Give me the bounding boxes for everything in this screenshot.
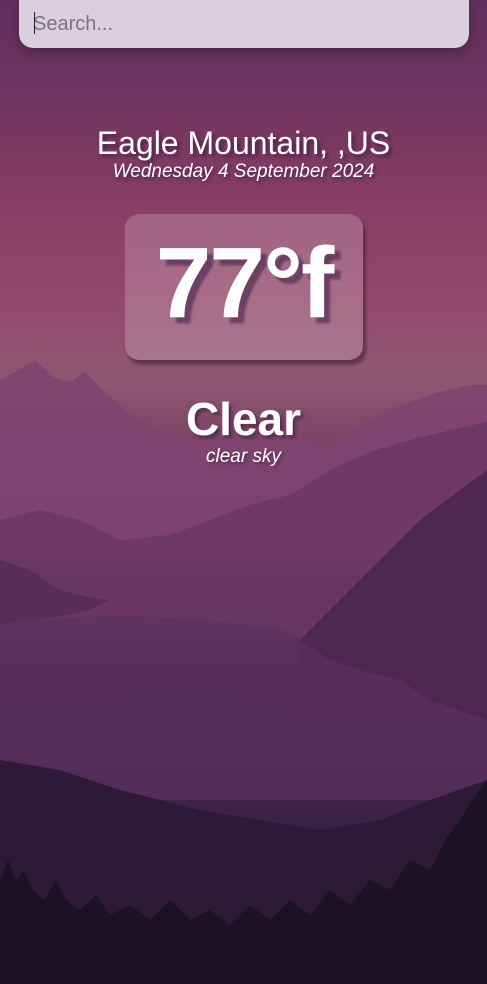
weather-description: clear sky <box>206 446 281 467</box>
text-cursor <box>34 12 35 34</box>
current-date: Wednesday 4 September 2024 <box>112 161 375 182</box>
location-name: Eagle Mountain, ,US <box>96 125 391 161</box>
search-input[interactable] <box>19 0 469 48</box>
temperature-card: 77°f <box>125 214 363 360</box>
temperature-value: 77°f <box>155 227 335 339</box>
search-bar[interactable] <box>19 0 469 48</box>
weather-condition: Clear <box>185 393 302 445</box>
